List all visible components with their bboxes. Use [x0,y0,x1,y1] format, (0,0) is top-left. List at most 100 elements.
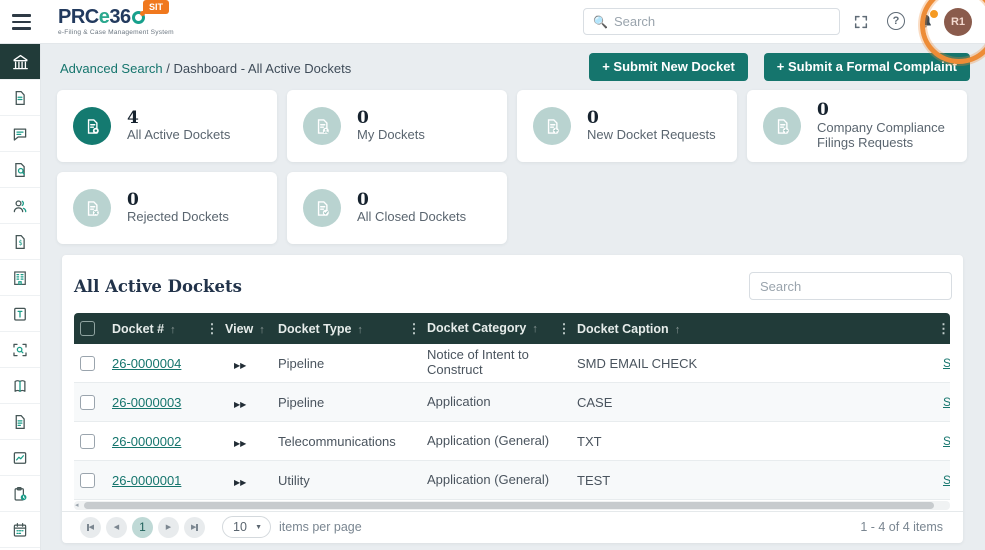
sidebar-item-files[interactable] [0,404,40,440]
user-avatar[interactable]: R1 [944,8,972,36]
row-overflow-link[interactable]: S [943,356,950,370]
scroll-left-arrow-icon[interactable]: ◂ [75,501,79,510]
column-menu-icon[interactable]: ⋮ [926,321,950,337]
column-menu-icon[interactable]: ⋮ [401,321,427,337]
stat-label: My Dockets [357,127,425,143]
clipboard-clock-icon [11,485,29,503]
sidebar-item-company[interactable] [0,260,40,296]
view-docket-icon[interactable]: ▶▶ [225,478,246,487]
file-search-icon [11,161,29,179]
panel-title: All Active Dockets [74,277,242,296]
global-search-input[interactable] [613,14,839,29]
next-page-button[interactable]: ▶ [158,516,179,538]
sidebar-item-scan-search[interactable] [0,332,40,368]
notification-badge [929,9,939,19]
fullscreen-icon[interactable] [853,14,869,30]
column-header-type[interactable]: Docket Type ↑ [278,322,401,336]
stat-count: 0 [587,107,599,128]
view-docket-icon[interactable]: ▶▶ [225,361,246,370]
view-docket-icon[interactable]: ▶▶ [225,400,246,409]
stat-card-new-docket-requests[interactable]: 0 New Docket Requests [517,90,737,162]
current-page-button[interactable]: 1 [132,516,153,538]
stat-card-all-closed-dockets[interactable]: 0 All Closed Dockets [287,172,507,244]
stat-count: 0 [357,107,369,128]
sidebar-item-file-search[interactable] [0,152,40,188]
sidebar-item-documents[interactable] [0,80,40,116]
sidebar-item-dashboard[interactable] [0,44,40,80]
logo-text-e: e [98,6,110,28]
stat-card-my-dockets[interactable]: 0 My Dockets [287,90,507,162]
scrollbar-thumb[interactable] [84,502,934,509]
column-menu-icon[interactable]: ⋮ [199,321,225,337]
docket-number-link[interactable]: 26-0000003 [112,395,181,410]
chat-icon [11,125,29,143]
docket-type-cell: Telecommunications [278,433,396,449]
column-header-docket[interactable]: Docket # ↑ [112,322,199,336]
table-search[interactable] [749,272,952,300]
global-search[interactable]: 🔍 [583,8,840,35]
docket-number-link[interactable]: 26-0000002 [112,434,181,449]
column-header-category[interactable]: Docket Category ↑ [427,321,551,336]
stat-card-all-active-dockets[interactable]: 4 All Active Dockets [57,90,277,162]
column-header-view[interactable]: View ↑ [225,322,278,336]
sidebar-item-reports[interactable] [0,440,40,476]
docket-add-icon [533,107,571,145]
column-header-caption[interactable]: Docket Caption ↑ [577,322,926,336]
billing-document-icon: $ [11,233,29,251]
docket-caption-cell: CASE [577,394,613,410]
view-docket-icon[interactable]: ▶▶ [225,439,246,448]
help-icon[interactable]: ? [887,12,905,30]
stat-count: 0 [127,189,139,210]
select-all-checkbox[interactable] [80,321,95,336]
logo-text-36: 36 [109,6,131,28]
docket-caption-cell: TEST [577,472,611,488]
stat-card-rejected-dockets[interactable]: 0 Rejected Dockets [57,172,277,244]
docket-type-cell: Pipeline [278,394,325,410]
table-row: 26-0000001 ▶▶ Utility Application (Gener… [74,461,950,500]
sidebar-item-billing[interactable]: $ [0,224,40,260]
sidebar-item-templates[interactable] [0,296,40,332]
top-header: PRC e 36 e-Filing & Case Management System… [0,0,985,44]
row-checkbox[interactable] [80,472,95,488]
sidebar-item-users[interactable] [0,188,40,224]
page-size-select[interactable]: 10 ▼ [222,516,271,538]
building-icon [11,269,29,287]
submit-formal-complaint-button[interactable]: + Submit a Formal Complaint [763,53,970,81]
row-checkbox[interactable] [80,433,95,449]
docket-number-link[interactable]: 26-0000004 [112,356,181,371]
row-overflow-link[interactable]: S [943,434,950,448]
sidebar-item-ledger[interactable] [0,368,40,404]
sort-arrow-icon: ↑ [170,323,176,336]
dockets-table: Docket # ↑ ⋮ View ↑ Docket Type ↑ ⋮ Docket … [74,313,950,500]
stat-count: 0 [357,189,369,210]
row-overflow-link[interactable]: S [943,395,950,409]
table-search-input[interactable] [750,273,951,299]
row-checkbox[interactable] [80,394,95,410]
docket-user-icon [303,107,341,145]
row-overflow-link[interactable]: S [943,473,950,487]
docket-category-cell: Application [427,393,491,409]
ledger-book-icon [11,377,29,395]
sort-arrow-icon: ↑ [259,323,265,336]
stat-card-company-compliance[interactable]: 0 Company Compliance Filings Requests [747,90,967,162]
users-icon [11,197,29,215]
breadcrumb-link-advanced-search[interactable]: Advanced Search [60,61,163,76]
column-menu-icon[interactable]: ⋮ [551,321,577,337]
sidebar-item-calendar[interactable] [0,512,40,548]
notifications-bell-icon[interactable] [916,9,939,31]
page-size-value: 10 [233,520,247,534]
docket-category-cell: Notice of Intent to Construct [427,347,529,377]
first-page-button[interactable]: ◀ [80,516,101,538]
row-checkbox[interactable] [80,355,95,371]
docket-icon [73,107,111,145]
docket-add-icon [763,107,801,145]
sidebar-item-messages[interactable] [0,116,40,152]
sidebar-item-pending-tasks[interactable] [0,476,40,512]
hamburger-menu-icon[interactable] [12,14,31,30]
submit-new-docket-button[interactable]: + Submit New Docket [589,53,748,81]
last-page-button[interactable]: ▶ [184,516,205,538]
docket-number-link[interactable]: 26-0000001 [112,473,181,488]
horizontal-scrollbar[interactable]: ◂ [74,501,950,510]
previous-page-button[interactable]: ◀ [106,516,127,538]
environment-badge: SIT [143,0,170,14]
